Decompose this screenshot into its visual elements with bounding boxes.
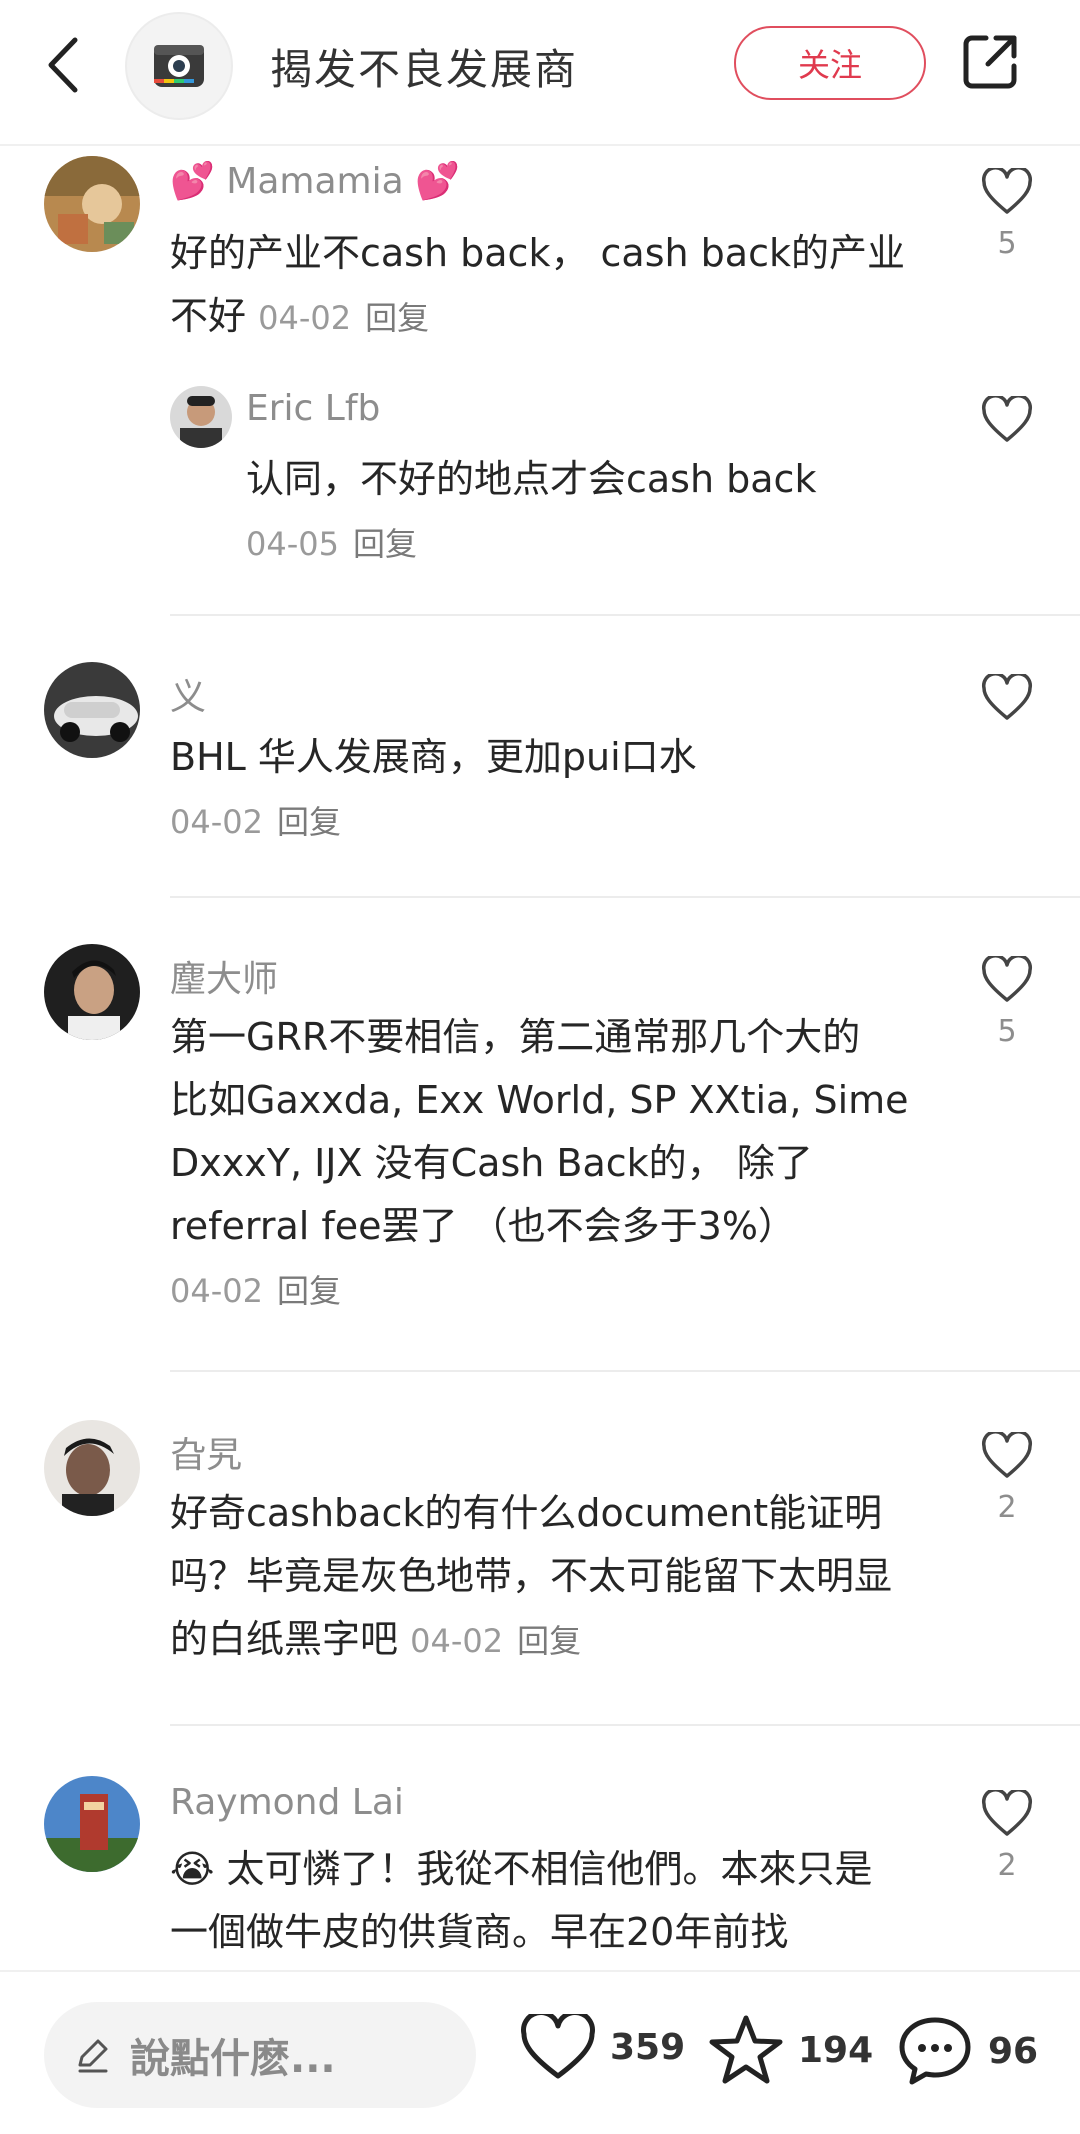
reply-button[interactable]: 回复 (277, 1272, 341, 1310)
like-button[interactable] (972, 396, 1042, 444)
avatar[interactable] (44, 1420, 140, 1516)
heart-icon (981, 674, 1033, 720)
like-button[interactable]: 2 (972, 1790, 1042, 1883)
page-title: 揭发不良发展商 (270, 45, 579, 94)
comment-item: 旮旯 好奇cashback的有什么document能证明吗？毕竟是灰色地带，不太… (0, 1404, 1080, 1724)
comment-username[interactable]: 💕 Mamamia 💕 (170, 160, 460, 202)
like-count: 2 (997, 1848, 1017, 1883)
comment-date: 04-02 (170, 1272, 263, 1310)
input-placeholder: 說點什麽... (130, 2036, 336, 2082)
heart-icon (981, 396, 1033, 442)
bottom-action-bar: 說點什麽... 359 194 96 (0, 1970, 1080, 2134)
comment-username[interactable]: Raymond Lai (170, 1782, 404, 1823)
post-like-count: 359 (610, 2026, 686, 2068)
reply-button[interactable]: 回复 (365, 299, 429, 337)
comment-text[interactable]: 认同，不好的地点才会cash back 04-05 回复 (246, 448, 906, 576)
comment-username[interactable]: 麈大师 (170, 950, 278, 1002)
comment-item: 义 BHL 华人发展商，更加pui口水 04-02 回复 (0, 650, 1080, 880)
like-button[interactable]: 5 (972, 956, 1042, 1049)
avatar[interactable] (44, 1776, 140, 1872)
avatar[interactable] (44, 662, 140, 758)
camera-logo-icon (154, 45, 204, 87)
post-comment-button[interactable]: 96 (896, 2014, 1038, 2088)
divider (170, 614, 1080, 616)
heart-icon (981, 1432, 1033, 1478)
share-button[interactable] (958, 30, 1022, 94)
comment-date: 04-05 (246, 525, 339, 563)
like-button[interactable]: 2 (972, 1432, 1042, 1525)
comment-text[interactable]: 好的产业不cash back， cash back的产业不好 04-02 回复 (170, 222, 910, 350)
comment-username[interactable]: Eric Lfb (246, 388, 380, 429)
comment-text[interactable]: 好奇cashback的有什么document能证明吗？毕竟是灰色地带，不太可能留… (170, 1482, 910, 1673)
comment-text[interactable]: 😭 太可憐了！我從不相信他們。本來只是一個做牛皮的供貨商。早在20年前找 (170, 1838, 910, 1964)
avatar[interactable] (44, 156, 140, 252)
comment-item: Raymond Lai 😭 太可憐了！我從不相信他們。本來只是一個做牛皮的供貨商… (0, 1760, 1080, 1970)
comment-input[interactable]: 說點什麽... (44, 2002, 476, 2108)
comment-username[interactable]: 义 (170, 668, 206, 720)
follow-button[interactable]: 关注 (734, 26, 926, 100)
comment-item: 麈大师 第一GRR不要相信，第二通常那几个大的 比如Gaxxda, Exx Wo… (0, 930, 1080, 1340)
comment-date: 04-02 (410, 1622, 504, 1660)
header-bar: 揭发不良发展商 关注 (0, 0, 1080, 146)
like-button[interactable] (972, 674, 1042, 722)
back-button[interactable] (34, 32, 90, 98)
heart-icon (981, 956, 1033, 1002)
chat-bubble-icon (899, 2017, 971, 2085)
comment-item: 💕 Mamamia 💕 好的产业不cash back， cash back的产业… (0, 150, 1080, 590)
avatar[interactable] (44, 944, 140, 1040)
like-button[interactable]: 5 (972, 168, 1042, 261)
divider (170, 896, 1080, 898)
pencil-icon (78, 2039, 108, 2073)
like-count: 5 (997, 226, 1017, 261)
comment-date: 04-02 (258, 299, 352, 337)
comment-text[interactable]: 第一GRR不要相信，第二通常那几个大的 比如Gaxxda, Exx World,… (170, 1006, 910, 1323)
heart-icon (981, 1790, 1033, 1836)
comment-username[interactable]: 旮旯 (170, 1426, 242, 1478)
comment-text[interactable]: BHL 华人发展商，更加pui口水 04-02 回复 (170, 726, 910, 854)
chevron-left-icon (48, 37, 78, 93)
comment-date: 04-02 (170, 803, 263, 841)
divider (170, 1724, 1080, 1726)
reply-button[interactable]: 回复 (277, 803, 341, 841)
post-favorite-count: 194 (798, 2029, 874, 2071)
post-favorite-button[interactable]: 194 (708, 2014, 873, 2086)
heart-icon (521, 2014, 595, 2079)
share-external-icon (963, 35, 1017, 89)
reply-button[interactable]: 回复 (353, 525, 417, 563)
post-like-button[interactable]: 359 (520, 2014, 685, 2080)
post-comment-count: 96 (988, 2030, 1039, 2072)
divider (170, 1370, 1080, 1372)
star-icon (709, 2015, 783, 2084)
reply-button[interactable]: 回复 (517, 1622, 581, 1660)
group-avatar[interactable] (125, 12, 233, 120)
like-count: 2 (997, 1490, 1017, 1525)
like-count: 5 (997, 1014, 1017, 1049)
avatar[interactable] (170, 386, 232, 448)
heart-icon (981, 168, 1033, 214)
